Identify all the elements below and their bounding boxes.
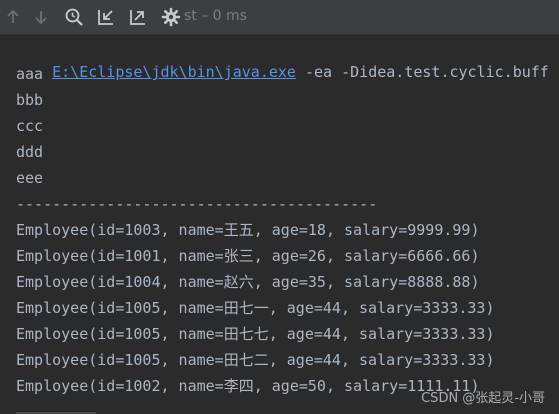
separator-line: ----------------------------------------: [16, 195, 378, 213]
employee-line: Employee(id=1005, name=田七二, age=44, sala…: [16, 351, 495, 369]
employee-line: Employee(id=1005, name=田七一, age=44, sala…: [16, 299, 495, 317]
settings-icon[interactable]: [160, 6, 182, 28]
zoom-history-icon[interactable]: [63, 6, 85, 28]
arrow-down-icon[interactable]: [30, 6, 52, 28]
console-toolbar: st – 0 ms: [0, 0, 559, 35]
employee-line: Employee(id=1003, name=王五, age=18, salar…: [16, 221, 480, 239]
employee-line: Employee(id=1002, name=李四, age=50, salar…: [16, 377, 480, 395]
output-line: aaa: [16, 65, 44, 83]
output-line: eee: [16, 169, 44, 187]
command-line: E:\Eclipse\jdk\bin\java.exe -ea -Didea.t…: [16, 36, 549, 81]
run-status-text: st – 0 ms: [184, 8, 247, 24]
watermark: CSDN @张起灵-小哥: [421, 391, 545, 406]
arrow-up-icon[interactable]: [2, 6, 24, 28]
employee-line: Employee(id=1005, name=田七七, age=44, sala…: [16, 325, 495, 343]
output-line: bbb: [16, 91, 44, 109]
command-args: -ea -Didea.test.cyclic.buff: [295, 63, 549, 81]
employee-line: Employee(id=1001, name=张三, age=26, salar…: [16, 247, 480, 265]
java-executable-link[interactable]: E:\Eclipse\jdk\bin\java.exe: [52, 63, 296, 81]
collapse-icon[interactable]: [95, 6, 117, 28]
console-output[interactable]: E:\Eclipse\jdk\bin\java.exe -ea -Didea.t…: [0, 34, 559, 414]
output-line: ddd: [16, 143, 44, 161]
output-line: ccc: [16, 117, 44, 135]
employee-line: Employee(id=1004, name=赵六, age=35, salar…: [16, 273, 480, 291]
expand-icon[interactable]: [127, 6, 149, 28]
